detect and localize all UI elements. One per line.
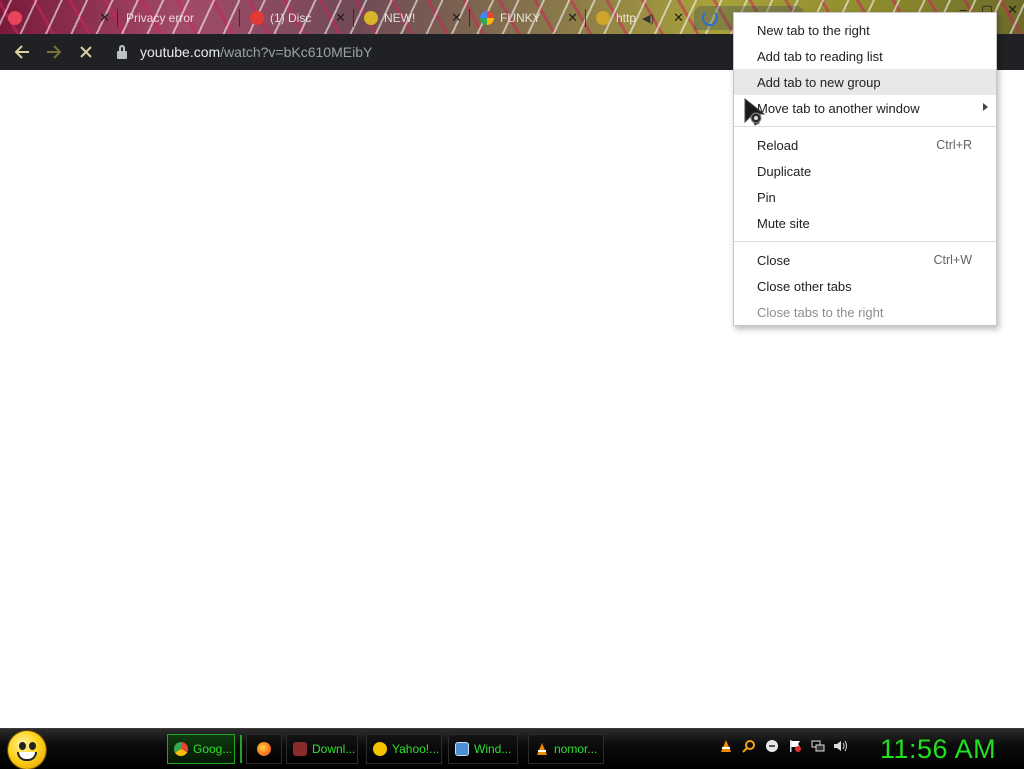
menu-separator <box>734 126 996 127</box>
yellow-favicon-icon <box>364 11 378 25</box>
menu-item-label: Add tab to reading list <box>757 48 883 64</box>
menu-item-close[interactable]: Close Ctrl+W <box>734 247 996 273</box>
arrow-left-icon <box>14 45 29 59</box>
menu-item-label: Duplicate <box>757 163 812 179</box>
download-icon <box>293 742 307 756</box>
menu-item-shortcut: Ctrl+R <box>936 138 972 152</box>
tab-discord[interactable]: (1) Disc ✕ <box>242 6 354 30</box>
window-icon <box>455 742 469 756</box>
lock-icon[interactable] <box>116 45 128 59</box>
taskbar-item-vlc[interactable]: nomor... <box>528 734 604 764</box>
stop-loading-button[interactable] <box>70 36 102 68</box>
menu-item-add-to-new-group[interactable]: Add tab to new group <box>734 69 996 95</box>
menu-item-label: Close tabs to the right <box>757 304 884 320</box>
flag-tray-icon[interactable] <box>787 738 803 754</box>
taskbar-item-window[interactable]: Wind... <box>448 734 518 764</box>
window-close-icon[interactable]: ✕ <box>1007 2 1018 18</box>
chat-tray-icon[interactable] <box>764 738 780 754</box>
tab-title: Privacy error <box>126 11 195 25</box>
tab-privacy-error[interactable]: Privacy error <box>118 6 240 30</box>
menu-item-label: Move tab to another window <box>757 100 920 116</box>
close-icon[interactable]: ✕ <box>673 10 684 26</box>
tab-title: NEW! <box>384 11 416 25</box>
network-tray-icon[interactable] <box>810 738 826 754</box>
close-icon[interactable]: ✕ <box>567 10 578 26</box>
tab-title: (1) Disc <box>270 11 312 25</box>
menu-item-label: Add tab to new group <box>757 74 881 90</box>
tab-title: FUNKY <box>500 11 541 25</box>
task-label: Wind... <box>474 742 512 756</box>
forward-button[interactable] <box>38 36 70 68</box>
firefox-icon <box>257 742 271 756</box>
google-icon <box>480 11 494 25</box>
search-tray-icon[interactable] <box>741 738 757 754</box>
menu-item-label: Close <box>757 252 791 268</box>
task-label: Downl... <box>312 742 356 756</box>
tab-title: http <box>616 11 637 25</box>
submenu-arrow-icon <box>983 103 988 111</box>
tab-0[interactable]: ✕ <box>0 6 118 30</box>
taskbar-item-yahoo[interactable]: Yahoo!... <box>366 734 442 764</box>
menu-separator <box>734 241 996 242</box>
volume-tray-icon[interactable] <box>833 738 849 754</box>
menu-item-pin[interactable]: Pin <box>734 184 996 210</box>
close-icon[interactable]: ✕ <box>335 10 346 26</box>
menu-item-add-to-reading-list[interactable]: Add tab to reading list <box>734 43 996 69</box>
task-label: Goog... <box>193 742 233 756</box>
system-tray <box>718 738 849 754</box>
menu-item-label: Reload <box>757 137 799 153</box>
stop-x-icon <box>80 46 92 58</box>
discord-icon <box>250 11 264 25</box>
menu-item-label: Mute site <box>757 215 810 231</box>
taskbar-item-firefox[interactable] <box>246 734 282 764</box>
mouse-cursor-icon <box>744 98 766 126</box>
vlc-icon <box>537 743 547 755</box>
task-label: nomor... <box>554 742 598 756</box>
tab-new[interactable]: NEW! ✕ <box>356 6 470 30</box>
menu-item-reload[interactable]: Reload Ctrl+R <box>734 132 996 158</box>
taskbar-clock[interactable]: 11:56 AM <box>880 731 996 767</box>
address-bar[interactable]: youtube.com/watch?v=bKc610MEibY <box>116 38 716 66</box>
close-icon[interactable]: ✕ <box>451 10 462 26</box>
taskbar: Goog... Downl... Yahoo!... Wind... nomor… <box>0 728 1024 769</box>
yellow-favicon-icon <box>596 11 610 25</box>
vlc-tray-icon[interactable] <box>718 738 734 754</box>
menu-item-shortcut: Ctrl+W <box>933 253 972 267</box>
menu-item-close-tabs-right: Close tabs to the right <box>734 299 996 325</box>
pink-favicon-icon <box>8 11 22 25</box>
menu-item-new-tab-right[interactable]: New tab to the right <box>734 17 996 43</box>
back-button[interactable] <box>6 36 38 68</box>
menu-item-close-other-tabs[interactable]: Close other tabs <box>734 273 996 299</box>
loading-spinner-icon <box>702 10 718 26</box>
speaker-icon[interactable]: ◀) <box>642 12 654 25</box>
tab-http[interactable]: http ◀) ✕ <box>588 6 692 30</box>
tab-context-menu: New tab to the right Add tab to reading … <box>733 12 997 326</box>
taskbar-item-downloads[interactable]: Downl... <box>286 734 358 764</box>
url-host: youtube.com <box>140 44 221 60</box>
task-label: Yahoo!... <box>392 742 440 756</box>
menu-item-label: Close other tabs <box>757 278 852 294</box>
tab-funky[interactable]: FUNKY ✕ <box>472 6 586 30</box>
arrow-right-icon <box>47 45 62 59</box>
menu-item-duplicate[interactable]: Duplicate <box>734 158 996 184</box>
taskbar-item-chrome[interactable]: Goog... <box>167 734 235 764</box>
close-icon[interactable]: ✕ <box>99 10 110 26</box>
menu-item-label: New tab to the right <box>757 22 870 38</box>
yahoo-smiley-icon <box>373 742 387 756</box>
start-button[interactable] <box>8 731 46 769</box>
url-path: /watch?v=bKc610MEibY <box>220 44 373 60</box>
menu-item-mute-site[interactable]: Mute site <box>734 210 996 236</box>
menu-item-label: Pin <box>757 189 776 205</box>
menu-item-move-to-window[interactable]: Move tab to another window <box>734 95 996 121</box>
chrome-icon <box>174 742 188 756</box>
taskbar-divider <box>240 735 242 763</box>
